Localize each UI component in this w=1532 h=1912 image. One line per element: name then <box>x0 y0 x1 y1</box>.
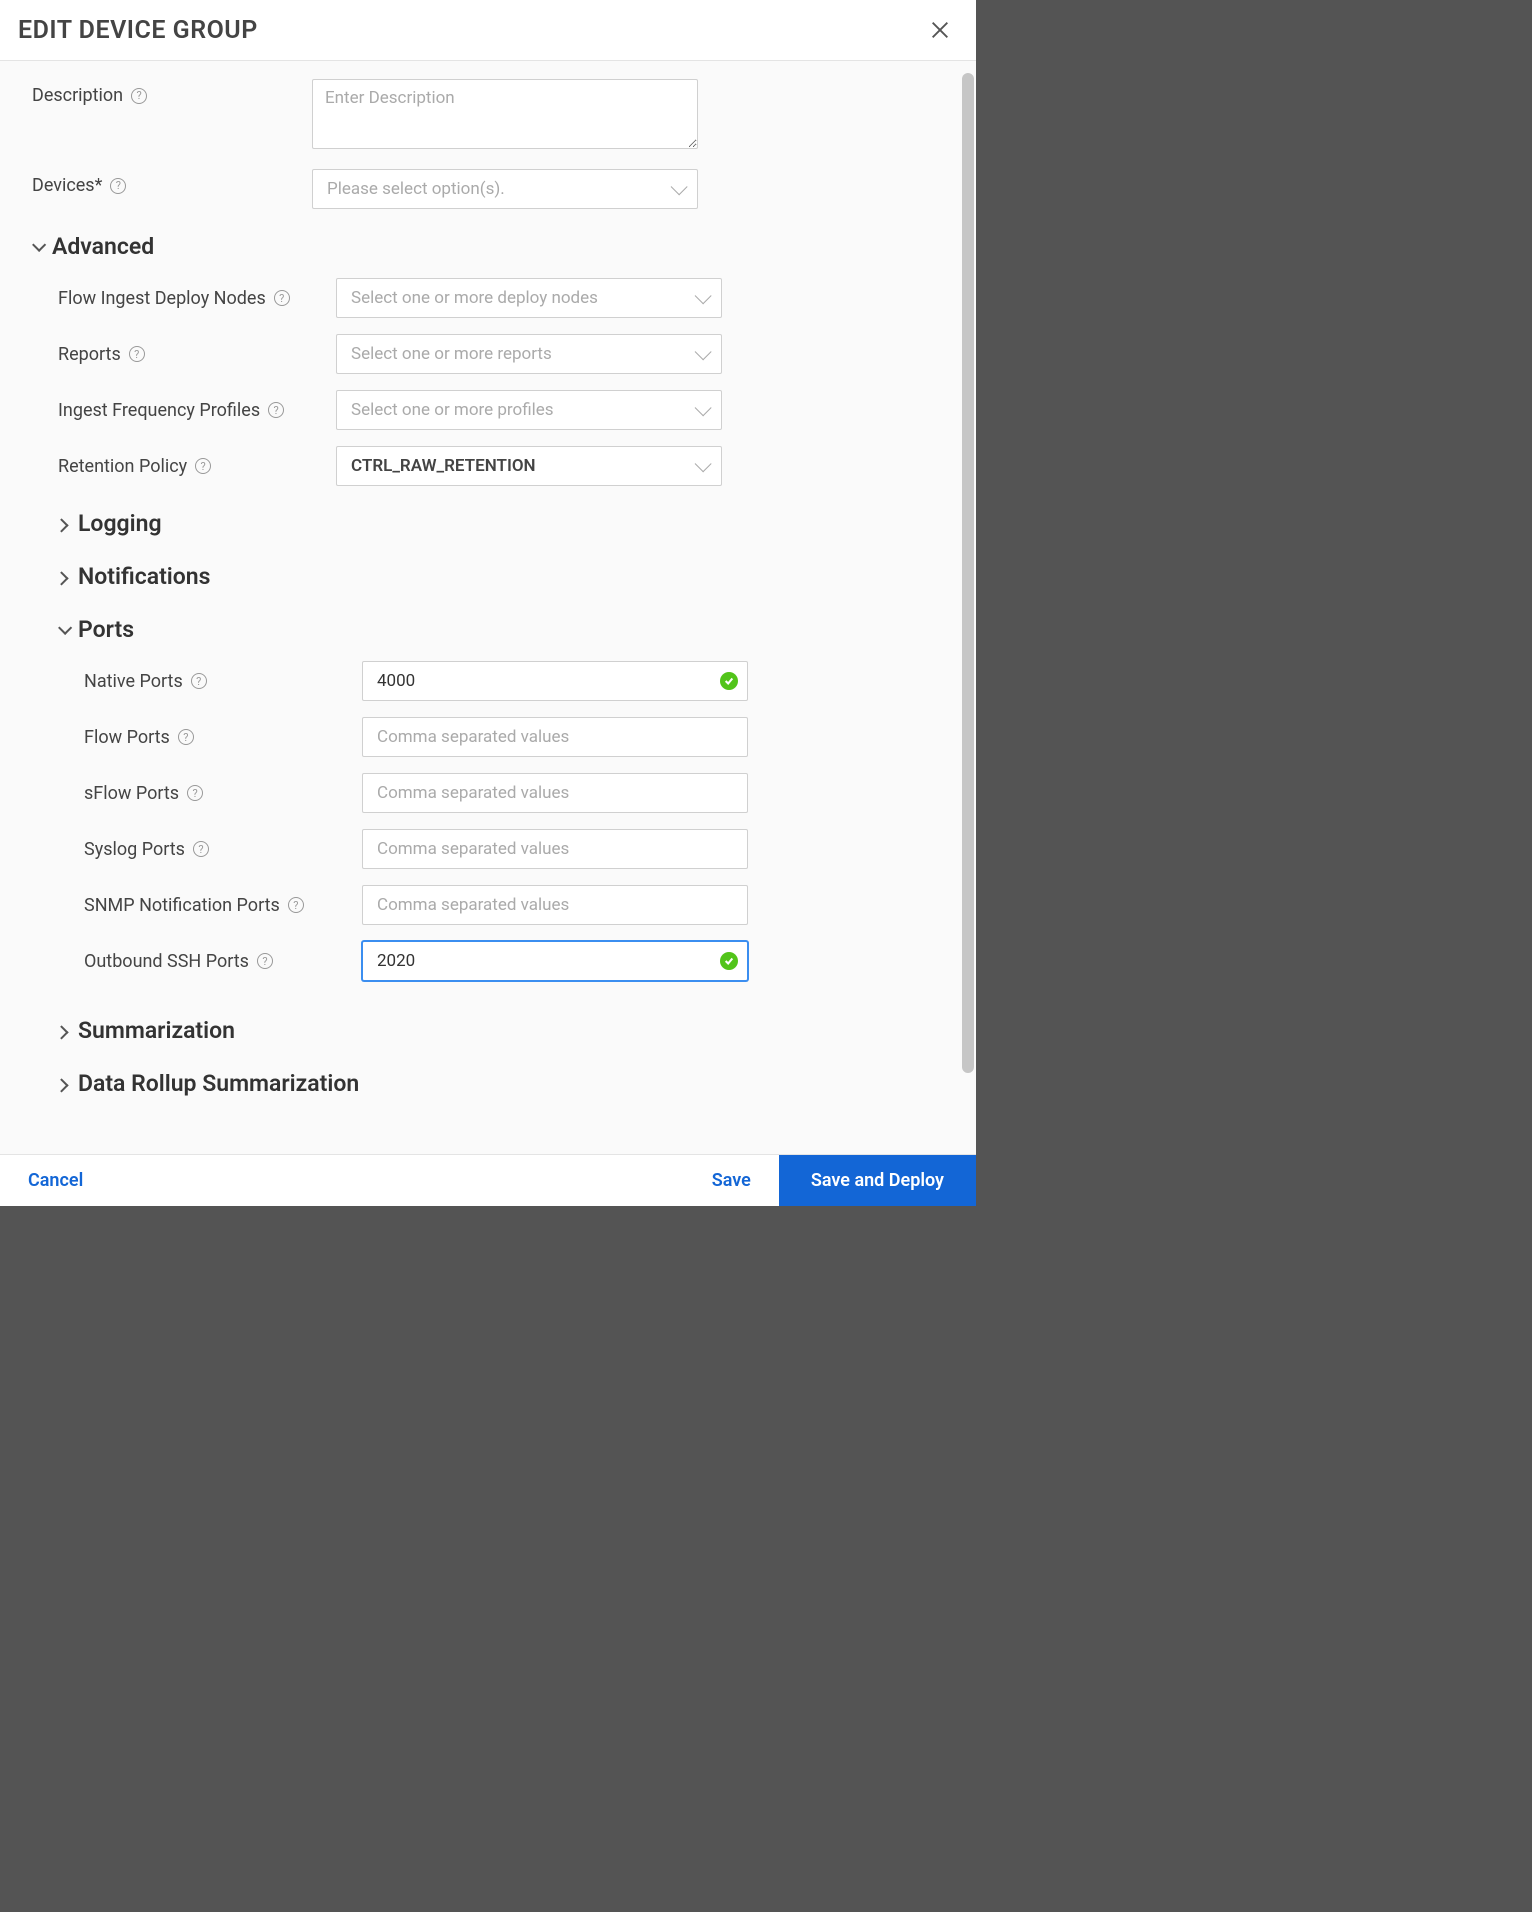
scrollbar-thumb[interactable] <box>962 73 974 1073</box>
reports-label: Reports <box>58 344 121 365</box>
section-summarization-title: Summarization <box>78 1017 235 1044</box>
flow-ports-label: Flow Ports <box>84 727 170 748</box>
help-icon[interactable]: ? <box>131 88 147 104</box>
chevron-down-icon <box>32 237 46 251</box>
row-description: Description ? <box>0 71 976 161</box>
flow-ingest-deploy-nodes-label: Flow Ingest Deploy Nodes <box>58 288 266 309</box>
chevron-right-icon <box>55 518 69 532</box>
select-value: CTRL_RAW_RETENTION <box>351 456 536 476</box>
help-icon[interactable]: ? <box>257 953 273 969</box>
save-and-deploy-button[interactable]: Save and Deploy <box>779 1155 976 1206</box>
section-ports-header[interactable]: Ports <box>0 600 976 653</box>
section-notifications-header[interactable]: Notifications <box>0 547 976 600</box>
section-logging-title: Logging <box>78 510 162 537</box>
chevron-down-icon <box>671 178 688 195</box>
help-icon[interactable]: ? <box>178 729 194 745</box>
syslog-ports-input[interactable] <box>362 829 748 869</box>
devices-label: Devices* <box>32 175 102 196</box>
ingest-frequency-profiles-select[interactable]: Select one or more profiles <box>336 390 722 430</box>
modal-body: Description ? Devices* ? Please select o… <box>0 61 976 1154</box>
retention-policy-select[interactable]: CTRL_RAW_RETENTION <box>336 446 722 486</box>
devices-select[interactable]: Please select option(s). <box>312 169 698 209</box>
flow-ingest-deploy-nodes-select[interactable]: Select one or more deploy nodes <box>336 278 722 318</box>
section-data-rollup-title: Data Rollup Summarization <box>78 1070 359 1097</box>
save-button[interactable]: Save <box>684 1155 779 1206</box>
snmp-ports-input[interactable] <box>362 885 748 925</box>
row-sflow-ports: sFlow Ports ? <box>0 765 976 821</box>
scrollbar-track[interactable] <box>962 61 974 1154</box>
row-flow-ports: Flow Ports ? <box>0 709 976 765</box>
row-flow-ingest-deploy-nodes: Flow Ingest Deploy Nodes ? Select one or… <box>0 270 976 326</box>
row-retention-policy: Retention Policy ? CTRL_RAW_RETENTION <box>0 438 976 494</box>
section-logging-header[interactable]: Logging <box>0 494 976 547</box>
select-placeholder: Select one or more reports <box>351 344 552 364</box>
chevron-down-icon <box>695 287 712 304</box>
ingest-frequency-profiles-label: Ingest Frequency Profiles <box>58 400 260 421</box>
cancel-button[interactable]: Cancel <box>0 1155 111 1206</box>
help-icon[interactable]: ? <box>191 673 207 689</box>
section-notifications-title: Notifications <box>78 563 210 590</box>
syslog-ports-label: Syslog Ports <box>84 839 185 860</box>
reports-select[interactable]: Select one or more reports <box>336 334 722 374</box>
chevron-down-icon <box>58 620 72 634</box>
valid-check-icon <box>720 952 738 970</box>
outbound-ssh-ports-label: Outbound SSH Ports <box>84 951 249 972</box>
help-icon[interactable]: ? <box>110 178 126 194</box>
help-icon[interactable]: ? <box>274 290 290 306</box>
flow-ports-input[interactable] <box>362 717 748 757</box>
close-icon <box>929 19 951 41</box>
chevron-right-icon <box>55 1078 69 1092</box>
sflow-ports-label: sFlow Ports <box>84 783 179 804</box>
section-advanced-header[interactable]: Advanced <box>0 217 976 270</box>
section-summarization-header[interactable]: Summarization <box>0 989 976 1054</box>
sflow-ports-input[interactable] <box>362 773 748 813</box>
chevron-right-icon <box>55 1025 69 1039</box>
help-icon[interactable]: ? <box>193 841 209 857</box>
row-reports: Reports ? Select one or more reports <box>0 326 976 382</box>
help-icon[interactable]: ? <box>268 402 284 418</box>
section-ports-title: Ports <box>78 616 134 643</box>
help-icon[interactable]: ? <box>195 458 211 474</box>
retention-policy-label: Retention Policy <box>58 456 187 477</box>
modal-header: EDIT DEVICE GROUP <box>0 0 976 61</box>
row-outbound-ssh-ports: Outbound SSH Ports ? <box>0 933 976 989</box>
row-snmp-ports: SNMP Notification Ports ? <box>0 877 976 933</box>
chevron-down-icon <box>695 455 712 472</box>
modal-footer: Cancel Save Save and Deploy <box>0 1154 976 1206</box>
close-button[interactable] <box>924 14 956 46</box>
select-placeholder: Select one or more deploy nodes <box>351 288 598 308</box>
native-ports-input[interactable] <box>362 661 748 701</box>
chevron-down-icon <box>695 399 712 416</box>
outbound-ssh-ports-input[interactable] <box>362 941 748 981</box>
chevron-right-icon <box>55 571 69 585</box>
row-syslog-ports: Syslog Ports ? <box>0 821 976 877</box>
help-icon[interactable]: ? <box>288 897 304 913</box>
row-ingest-frequency-profiles: Ingest Frequency Profiles ? Select one o… <box>0 382 976 438</box>
section-advanced-title: Advanced <box>52 233 154 260</box>
row-native-ports: Native Ports ? <box>0 653 976 709</box>
valid-check-icon <box>720 672 738 690</box>
snmp-ports-label: SNMP Notification Ports <box>84 895 280 916</box>
help-icon[interactable]: ? <box>129 346 145 362</box>
description-label: Description <box>32 85 123 106</box>
select-placeholder: Select one or more profiles <box>351 400 554 420</box>
edit-device-group-modal: EDIT DEVICE GROUP Description ? Devices*… <box>0 0 976 1206</box>
description-textarea[interactable] <box>312 79 698 149</box>
chevron-down-icon <box>695 343 712 360</box>
devices-placeholder: Please select option(s). <box>327 179 505 199</box>
section-data-rollup-header[interactable]: Data Rollup Summarization <box>0 1054 976 1107</box>
native-ports-label: Native Ports <box>84 671 183 692</box>
row-devices: Devices* ? Please select option(s). <box>0 161 976 217</box>
modal-title: EDIT DEVICE GROUP <box>18 16 258 45</box>
help-icon[interactable]: ? <box>187 785 203 801</box>
